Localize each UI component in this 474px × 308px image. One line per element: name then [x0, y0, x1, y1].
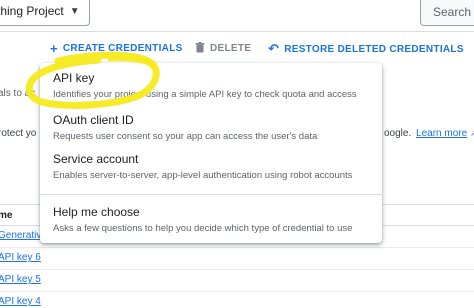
restore-label: RESTORE DELETED CREDENTIALS [284, 43, 464, 55]
plus-icon: + [50, 41, 58, 56]
menu-item-api-key[interactable]: API key Identifies your project using a … [40, 71, 382, 100]
project-selector[interactable]: thing Project ▼ [0, 0, 90, 26]
note-text: oogle. [384, 128, 412, 139]
restore-icon: ↶ [268, 41, 280, 56]
delete-button[interactable]: DELETE [195, 41, 251, 56]
menu-item-title: Service account [53, 152, 139, 166]
table-row: API key 5 [0, 270, 474, 292]
menu-item-title: API key [53, 71, 95, 85]
menu-item-oauth-client-id[interactable]: OAuth client ID Requests user consent so… [40, 113, 382, 142]
menu-item-description: Enables server-to-server, app-level auth… [53, 170, 353, 181]
learn-more-link[interactable]: Learn more [416, 128, 467, 139]
helper-text: als to ac [0, 88, 36, 99]
menu-item-description: Identifies your project using a simple A… [53, 89, 357, 100]
credentials-page: thing Project ▼ Search s + CREATE CREDEN… [0, 0, 474, 308]
create-credentials-button[interactable]: + CREATE CREDENTIALS [50, 41, 183, 56]
delete-label: DELETE [210, 43, 252, 54]
project-selector-label: thing Project [0, 4, 64, 18]
menu-item-title: Help me choose [53, 205, 140, 219]
menu-item-title: OAuth client ID [53, 113, 134, 127]
header-divider [0, 31, 474, 32]
trash-icon [195, 41, 205, 56]
helper-text: rotect yo [0, 128, 37, 139]
key-name-link[interactable]: Generativ [0, 230, 41, 241]
table-row: API key 4 [0, 292, 474, 308]
menu-item-help-me-choose[interactable]: Help me choose Asks a few questions to h… [40, 205, 382, 234]
menu-item-description: Asks a few questions to help you decide … [53, 223, 353, 234]
menu-item-description: Requests user consent so your app can ac… [53, 131, 318, 142]
external-link-icon: ↗ [469, 128, 474, 138]
menu-divider [40, 194, 382, 195]
restore-deleted-credentials-button[interactable]: ↶ RESTORE DELETED CREDENTIALS [268, 41, 464, 57]
key-name-link[interactable]: API key 5 [0, 274, 41, 285]
learn-more-note: oogle. Learn more ↗ [384, 128, 474, 139]
create-credentials-label: CREATE CREDENTIALS [62, 43, 183, 54]
create-credentials-menu: API key Identifies your project using a … [40, 63, 382, 243]
key-name-link[interactable]: API key 4 [0, 296, 41, 307]
menu-item-service-account[interactable]: Service account Enables server-to-server… [40, 152, 382, 181]
table-row: API key 6 [0, 248, 474, 270]
search-input[interactable]: Search [420, 0, 474, 26]
chevron-down-icon: ▼ [69, 5, 80, 17]
column-header-name: me [0, 210, 13, 221]
key-name-link[interactable]: API key 6 [0, 252, 41, 263]
